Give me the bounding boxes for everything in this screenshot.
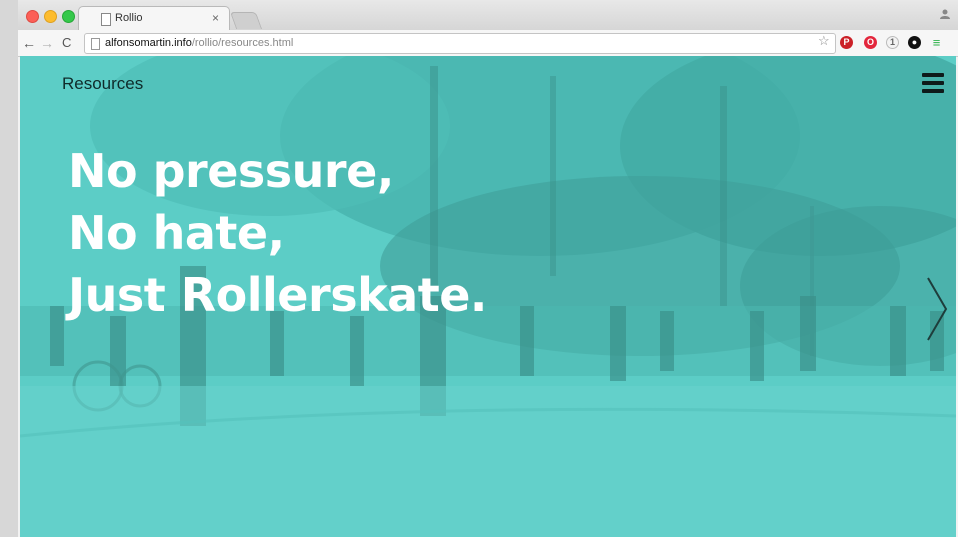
opera-icon[interactable]: O bbox=[864, 36, 877, 49]
pinterest-icon[interactable]: P bbox=[840, 36, 853, 49]
headline-line-3: Just Rollerskate. bbox=[68, 268, 487, 322]
page-icon bbox=[101, 13, 111, 26]
close-window-button[interactable] bbox=[26, 10, 39, 23]
reload-button[interactable]: C bbox=[62, 35, 71, 51]
maximize-window-button[interactable] bbox=[62, 10, 75, 23]
circle-extension-icon[interactable]: 1 bbox=[886, 36, 899, 49]
forward-button[interactable]: → bbox=[40, 35, 54, 51]
minimize-window-button[interactable] bbox=[44, 10, 57, 23]
headline-line-2: No hate, bbox=[68, 206, 285, 260]
url-text[interactable]: alfonsomartin.info/rollio/resources.html bbox=[105, 37, 293, 49]
web-page: Resources No pressure, No hate, Just Rol… bbox=[20, 56, 956, 537]
dark-circle-extension-icon[interactable]: ● bbox=[908, 36, 921, 49]
bookmark-star-icon[interactable]: ☆ bbox=[818, 33, 830, 49]
browser-toolbar: ← → C alfonsomartin.info/rollio/resource… bbox=[18, 30, 958, 57]
new-tab-button[interactable] bbox=[229, 12, 263, 29]
title-bar: Rollio × bbox=[18, 0, 958, 31]
tab-close-button[interactable]: × bbox=[212, 11, 219, 25]
hamburger-menu-icon[interactable] bbox=[922, 73, 944, 93]
address-bar[interactable]: alfonsomartin.info/rollio/resources.html bbox=[84, 33, 836, 54]
hero-headline: No pressure, No hate, Just Rollerskate. bbox=[68, 140, 487, 326]
tab-title: Rollio bbox=[115, 12, 143, 24]
page-icon bbox=[91, 38, 100, 50]
url-host: alfonsomartin.info bbox=[105, 37, 192, 49]
browser-window: Rollio × ← → C alfonsomartin.info/rollio… bbox=[18, 0, 958, 537]
browser-tab[interactable]: Rollio × bbox=[78, 6, 230, 31]
back-button[interactable]: ← bbox=[22, 35, 36, 51]
profile-icon[interactable] bbox=[938, 8, 952, 22]
url-path: /rollio/resources.html bbox=[191, 37, 294, 49]
headline-line-1: No pressure, bbox=[68, 144, 394, 198]
menu-icon[interactable]: ≡ bbox=[930, 36, 943, 49]
chevron-right-icon[interactable] bbox=[924, 274, 950, 344]
site-brand-link[interactable]: Resources bbox=[62, 74, 143, 94]
